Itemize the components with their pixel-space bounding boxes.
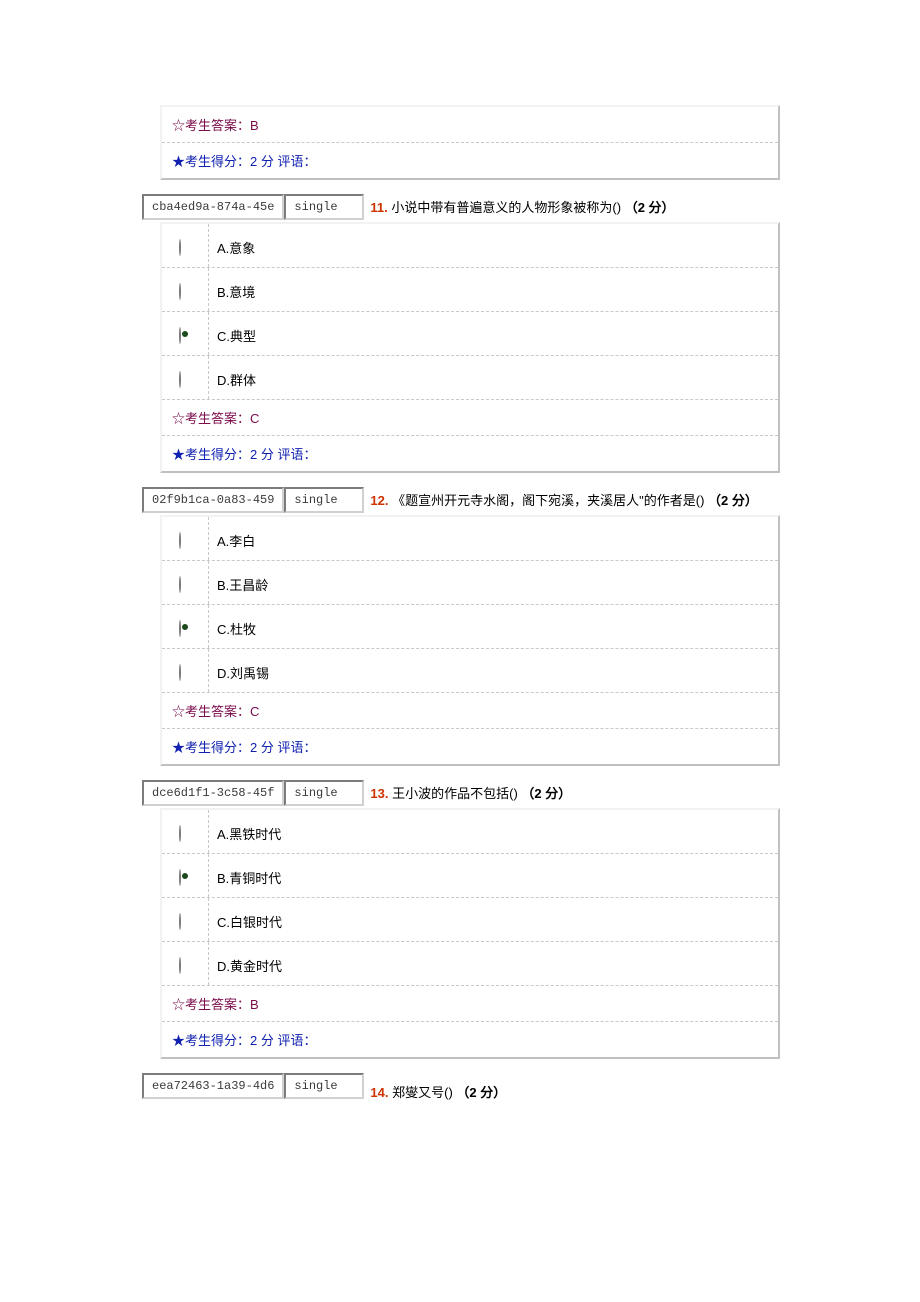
option-label: B.青铜时代 [209,854,778,897]
q12-stem-wrap: 12. 《题宣州开元寺水阁，阁下宛溪，夹溪居人"的作者是() （2 分） [370,492,757,513]
q11-stem: 小说中带有普遍意义的人物形象被称为() [391,200,624,215]
radio-icon[interactable] [162,312,209,355]
q11-option-a[interactable]: A.意象 [162,224,778,267]
option-label: B.意境 [209,268,778,311]
q13-option-c[interactable]: C.白银时代 [162,897,778,941]
q14-id1: eea72463-1a39-4d6 [142,1073,284,1099]
q13-type: single [284,780,364,806]
q13-stem: 王小波的作品不包括() [392,786,521,801]
radio-icon[interactable] [162,224,209,267]
radio-icon[interactable] [162,854,209,897]
q11-header: cba4ed9a-874a-45e single 11. 小说中带有普遍意义的人… [142,194,920,220]
q13-id1: dce6d1f1-3c58-45f [142,780,284,806]
q13-option-b[interactable]: B.青铜时代 [162,853,778,897]
candidate-score: ★考生得分：2 分 评语： [162,1021,778,1057]
option-label: B.王昌龄 [209,561,778,604]
q12-header: 02f9b1ca-0a83-459 single 12. 《题宣州开元寺水阁，阁… [142,487,920,513]
radio-icon[interactable] [162,605,209,648]
q13-option-a[interactable]: A.黑铁时代 [162,810,778,853]
q13-panel: A.黑铁时代 B.青铜时代 C.白银时代 D.黄金时代 ☆考生答案：B ★考生得… [160,808,780,1059]
q11-id1: cba4ed9a-874a-45e [142,194,284,220]
q12-option-c[interactable]: C.杜牧 [162,604,778,648]
option-label: D.黄金时代 [209,942,778,985]
option-label: C.杜牧 [209,605,778,648]
prev-question-result-panel: ☆考生答案：B ★考生得分：2 分 评语： [160,105,780,180]
radio-icon[interactable] [162,517,209,560]
q13-option-d[interactable]: D.黄金时代 [162,941,778,985]
q11-option-b[interactable]: B.意境 [162,267,778,311]
radio-icon[interactable] [162,356,209,399]
radio-icon[interactable] [162,898,209,941]
q12-option-b[interactable]: B.王昌龄 [162,560,778,604]
radio-icon[interactable] [162,810,209,853]
option-label: A.李白 [209,517,778,560]
q12-number: 12. [370,493,388,508]
q12-points: （2 分） [708,493,758,508]
q11-points: （2 分） [625,200,675,215]
q12-option-a[interactable]: A.李白 [162,517,778,560]
q14-type: single [284,1073,364,1099]
q12-stem: 《题宣州开元寺水阁，阁下宛溪，夹溪居人"的作者是() [392,493,708,508]
q14-stem: 郑燮又号() [392,1085,456,1100]
candidate-score: ★考生得分：2 分 评语： [162,728,778,764]
q11-option-c[interactable]: C.典型 [162,311,778,355]
q13-stem-wrap: 13. 王小波的作品不包括() （2 分） [370,785,571,806]
option-label: D.群体 [209,356,778,399]
radio-icon[interactable] [162,649,209,692]
q11-stem-wrap: 11. 小说中带有普遍意义的人物形象被称为() （2 分） [370,199,674,220]
q12-type: single [284,487,364,513]
q11-type: single [284,194,364,220]
q12-panel: A.李白 B.王昌龄 C.杜牧 D.刘禹锡 ☆考生答案：C ★考生得分：2 分 … [160,515,780,766]
q14-header: eea72463-1a39-4d6 single 14. 郑燮又号() （2 分… [142,1073,920,1099]
q11-option-d[interactable]: D.群体 [162,355,778,399]
radio-icon[interactable] [162,561,209,604]
radio-icon[interactable] [162,268,209,311]
q13-points: （2 分） [521,786,571,801]
candidate-answer: ☆考生答案：C [162,399,778,435]
q12-id1: 02f9b1ca-0a83-459 [142,487,284,513]
option-label: D.刘禹锡 [209,649,778,692]
option-label: A.意象 [209,224,778,267]
candidate-answer: ☆考生答案：B [162,985,778,1021]
option-label: A.黑铁时代 [209,810,778,853]
q14-number: 14. [370,1085,388,1100]
q11-panel: A.意象 B.意境 C.典型 D.群体 ☆考生答案：C ★考生得分：2 分 评语… [160,222,780,473]
q13-number: 13. [370,786,388,801]
candidate-score: ★考生得分：2 分 评语： [162,435,778,471]
q11-number: 11. [370,200,387,215]
candidate-score: ★考生得分：2 分 评语： [162,142,778,178]
option-label: C.典型 [209,312,778,355]
q14-stem-wrap: 14. 郑燮又号() （2 分） [370,1084,506,1105]
candidate-answer: ☆考生答案：C [162,692,778,728]
q14-points: （2 分） [456,1085,506,1100]
q12-option-d[interactable]: D.刘禹锡 [162,648,778,692]
candidate-answer: ☆考生答案：B [162,107,778,142]
page-root: ☆考生答案：B ★考生得分：2 分 评语： cba4ed9a-874a-45e … [0,0,920,1302]
option-label: C.白银时代 [209,898,778,941]
radio-icon[interactable] [162,942,209,985]
q13-header: dce6d1f1-3c58-45f single 13. 王小波的作品不包括()… [142,780,920,806]
